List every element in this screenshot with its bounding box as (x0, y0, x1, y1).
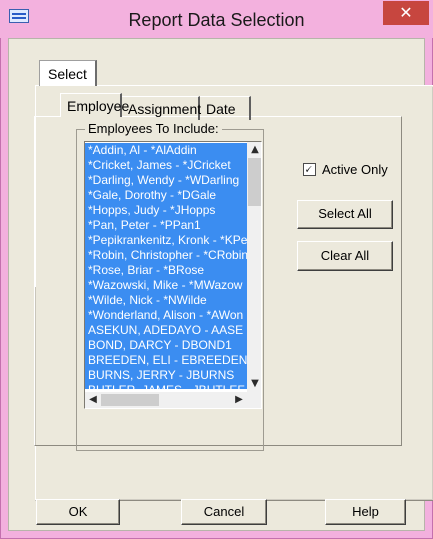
employee-list-item[interactable]: *Pepikrankenitz, Kronk - *KPe (85, 233, 248, 248)
employee-list-item[interactable]: *Hopps, Judy - *JHopps (85, 203, 248, 218)
employee-list-item[interactable]: *Darling, Wendy - *WDarling (85, 173, 248, 188)
ok-button[interactable]: OK (36, 499, 120, 525)
close-button[interactable]: ✕ (383, 1, 429, 25)
scroll-right-icon[interactable]: ▶ (231, 392, 247, 408)
employee-list-item[interactable]: ASEKUN, ADEDAYO - AASE (85, 323, 248, 338)
cancel-button[interactable]: Cancel (181, 499, 267, 525)
help-button[interactable]: Help (325, 499, 406, 525)
window-title: Report Data Selection (128, 10, 305, 30)
employee-list-item[interactable]: *Wilde, Nick - *NWilde (85, 293, 248, 308)
active-only-checkbox[interactable]: 🗸 (303, 162, 316, 176)
scroll-left-icon[interactable]: ◀ (85, 392, 101, 408)
tab-employee-label: Employee (67, 98, 130, 114)
tab-select-label: Select (48, 66, 87, 82)
employee-list-item[interactable]: BREEDEN, ELI - EBREEDEN (85, 353, 248, 368)
tab-employee[interactable]: Employee (60, 93, 129, 117)
employee-list-item[interactable]: *Addin, Al - *AlAddin (85, 143, 248, 158)
horizontal-scroll-thumb[interactable] (101, 394, 159, 406)
employee-list-item[interactable]: *Cricket, James - *JCricket (85, 158, 248, 173)
employee-list-item[interactable]: BUTLER, JAMES - JBUTLEF (85, 383, 248, 389)
scroll-up-icon[interactable]: ▲ (247, 142, 261, 158)
report-data-selection-window: Report Data Selection ✕ Select Employee … (0, 0, 433, 539)
employee-list-item[interactable]: BOND, DARCY - DBOND1 (85, 338, 248, 353)
employee-list-item[interactable]: BURNS, JERRY - JBURNS (85, 368, 248, 383)
check-icon: 🗸 (304, 162, 313, 176)
horizontal-scrollbar[interactable]: ◀ ▶ (85, 392, 247, 408)
close-icon: ✕ (399, 3, 413, 22)
vertical-scroll-thumb[interactable] (248, 158, 261, 206)
tab-date[interactable]: Date (200, 96, 251, 120)
scroll-down-icon[interactable]: ▼ (247, 376, 261, 392)
vertical-scrollbar[interactable]: ▲ ▼ (247, 142, 261, 392)
employee-list-item[interactable]: *Robin, Christopher - *CRobin (85, 248, 248, 263)
employee-list-item[interactable]: *Wazowski, Mike - *MWazow (85, 278, 248, 293)
employee-list-item[interactable]: *Wonderland, Alison - *AWon (85, 308, 248, 323)
employees-group-label: Employees To Include: (85, 121, 222, 136)
title-bar[interactable]: Report Data Selection ✕ (0, 0, 433, 38)
employee-list-item[interactable]: *Rose, Briar - *BRose (85, 263, 248, 278)
tab-date-label: Date (206, 101, 236, 117)
tab-assignment-label: Assignment (128, 101, 202, 117)
tab-select[interactable]: Select (39, 60, 97, 86)
clear-all-button[interactable]: Clear All (297, 241, 393, 271)
select-all-button[interactable]: Select All (297, 200, 393, 229)
tab-assignment[interactable]: Assignment (122, 96, 202, 120)
active-only-label: Active Only (322, 162, 388, 177)
employee-list-item[interactable]: *Pan, Peter - *PPan1 (85, 218, 248, 233)
employee-list-items: *Addin, Al - *AlAddin *Cricket, James - *… (85, 143, 248, 389)
scrollbar-corner (247, 392, 261, 408)
employee-list-item[interactable]: *Gale, Dorothy - *DGale (85, 188, 248, 203)
employee-listbox[interactable]: *Addin, Al - *AlAddin *Cricket, James - *… (84, 141, 262, 409)
